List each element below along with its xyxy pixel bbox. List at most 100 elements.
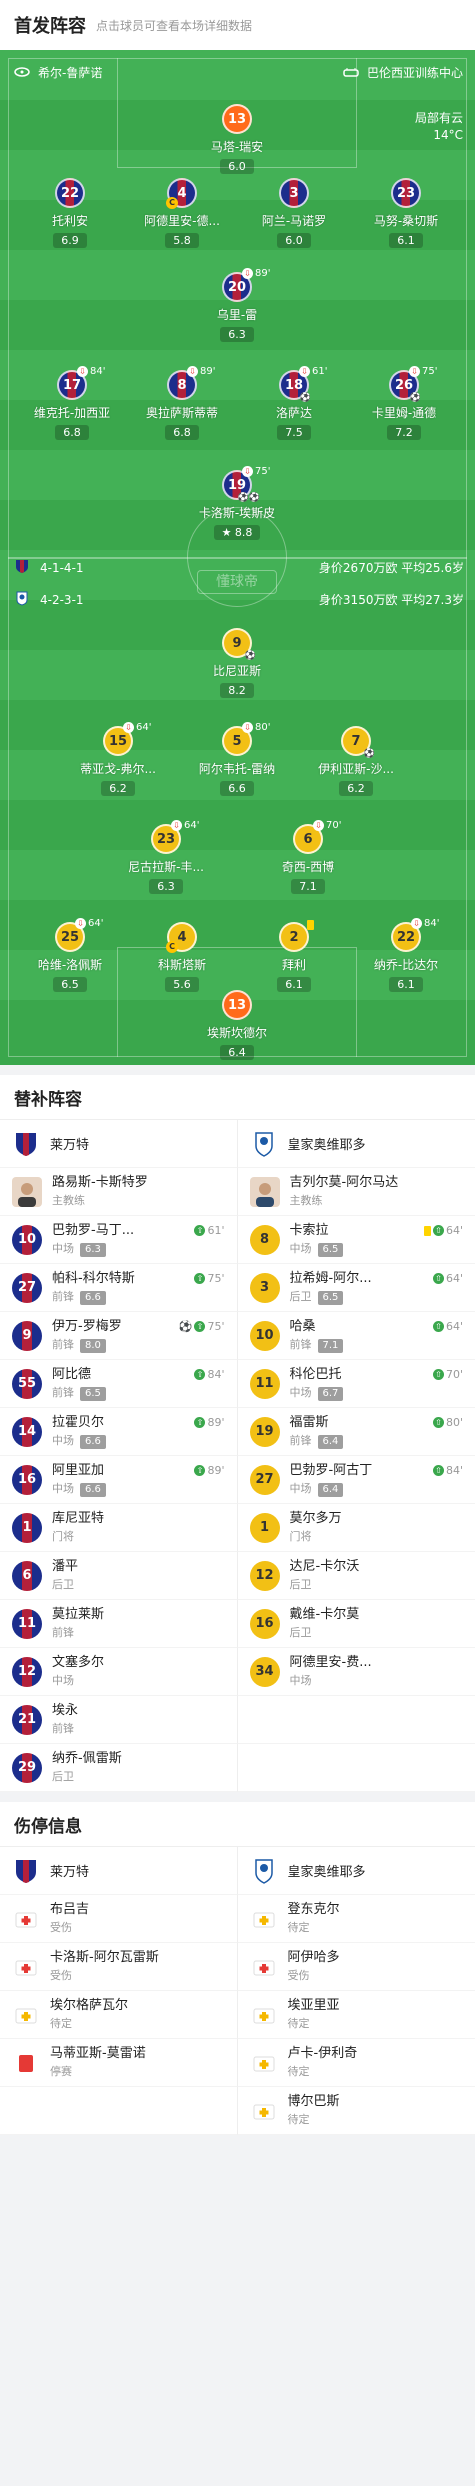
away-player-2[interactable]: 2 拜利 6.1 [239,920,349,992]
home-crest-icon [14,558,30,577]
injury-row[interactable]: 登东克尔 待定 [237,1895,475,1943]
sub-off-icon: ⇩ [123,722,134,733]
sub-player-row[interactable]: 1 莫尔多万 门将 [237,1504,475,1552]
weather-info: 局部有云 14°C [414,111,463,142]
home-team-row: 莱万特 [0,1847,238,1895]
home-player-4[interactable]: 4C 阿德里安-德... 5.8 [127,178,237,248]
sub-player-row[interactable]: 8 卡索拉 中场 6.5 ⇧ 64' [237,1216,475,1264]
sub-player-row[interactable]: 12 文塞多尔 中场 [0,1648,238,1696]
away-player-4[interactable]: 4C 科斯塔斯 5.6 [127,922,237,992]
away-player-23[interactable]: 23 ⇩ 64' 尼古拉斯-丰... 6.3 [111,820,221,894]
away-player-5[interactable]: 5 ⇩ 80' 阿尔韦托-雷纳 6.6 [182,722,292,796]
subs-title: 替补阵容 [0,1075,475,1119]
away-coach[interactable]: 吉列尔莫-阿尔马达 主教练 [237,1168,475,1216]
captain-icon: C [166,197,178,209]
doubt-kit-icon [250,2097,278,2125]
home-team-summary: 4-1-4-1 身价2670万欧 平均25.6岁 [14,558,464,577]
sub-player-row[interactable]: 21 埃永 前锋 [0,1696,238,1744]
sub-player-row[interactable]: 9 伊万-罗梅罗 前锋 8.0 ⚽ ⇧ 75' [0,1312,238,1360]
doubt-kit-icon [250,2049,278,2077]
sub-on-icon: ⇧ [194,1369,206,1380]
sub-player-row[interactable]: 11 莫拉莱斯 前锋 [0,1600,238,1648]
injury-kit-icon [12,1953,40,1981]
home-player-20[interactable]: 20 ⇩ 89' 乌里-雷 6.3 [182,268,292,342]
away-player-25[interactable]: 25 ⇩ 64' 哈维-洛佩斯 6.5 [15,918,125,992]
sub-player-row[interactable]: 19 福雷斯 前锋 6.4 ⇧ 80' [237,1408,475,1456]
sub-off-tag: ⇩ 61' [299,366,327,377]
doubt-kit-icon [250,2001,278,2029]
away-player-7[interactable]: 7 ⚽ 伊利亚斯-沙... 6.2 [301,726,411,796]
sub-on-icon: ⇧ [432,1465,444,1476]
pitch: 希尔-鲁萨诺 巴伦西亚训练中心 局部有云 14°C 13 马塔-瑞安 6.0 2… [0,50,475,1065]
sub-player-row[interactable]: 12 达尼-卡尔沃 后卫 [237,1552,475,1600]
coach-avatar [12,1176,42,1207]
whistle-icon [14,66,30,80]
stadium-icon [343,66,359,80]
home-player-3[interactable]: 3 阿兰-马诺罗 6.0 [239,178,349,248]
sub-off-tag: ⇩ 84' [411,918,439,929]
sub-off-icon: ⇩ [242,722,253,733]
away-player-9[interactable]: 9 ⚽ 比尼亚斯 8.2 [182,628,292,698]
injury-kit-icon [250,1953,278,1981]
home-player-22[interactable]: 22 托利安 6.9 [15,178,125,248]
injury-row[interactable]: 博尔巴斯 待定 [237,2087,475,2135]
home-coach[interactable]: 路易斯-卡斯特罗 主教练 [0,1168,238,1216]
home-player-13[interactable]: 13 马塔-瑞安 6.0 [182,104,292,174]
sub-on-icon: ⇧ [194,1225,206,1236]
sub-off-icon: ⇩ [75,918,86,929]
sub-off-icon: ⇩ [411,918,422,929]
goal-ball-icon: ⚽ [178,1320,193,1333]
injury-row[interactable]: 阿伊哈多 受伤 [237,1943,475,1991]
sub-player-row[interactable]: 10 哈桑 前锋 7.1 ⇧ 64' [237,1312,475,1360]
injury-row[interactable]: 布吕吉 受伤 [0,1895,238,1943]
best-player-rating: ★ 8.8 [213,525,261,540]
sub-player-row[interactable]: 34 阿德里安-费... 中场 [237,1648,475,1696]
injury-row[interactable]: 马蒂亚斯-莫雷诺 停赛 [0,2039,238,2087]
sub-off-icon: ⇩ [77,366,88,377]
sub-on-icon: ⇧ [194,1417,206,1428]
captain-icon: C [166,941,178,953]
sub-off-tag: ⇩ 89' [242,268,270,279]
away-player-15[interactable]: 15 ⇩ 64' 蒂亚戈-弗尔... 6.2 [63,722,173,796]
sub-off-tag: ⇩ 80' [242,722,270,733]
sub-player-row[interactable]: 3 拉希姆-阿尔... 后卫 6.5 ⇧ 64' [237,1264,475,1312]
home-player-17[interactable]: 17 ⇩ 84' 维克托-加西亚 6.8 [17,366,127,440]
goal-ball-icon: ⚽ [299,393,311,403]
home-team-row: 莱万特 [0,1120,238,1168]
injury-row[interactable]: 卡洛斯-阿尔瓦雷斯 受伤 [0,1943,238,1991]
injury-row[interactable]: 埃亚里亚 待定 [237,1991,475,2039]
sub-on-icon: ⇧ [432,1273,444,1284]
sub-player-row[interactable]: 16 阿里亚加 中场 6.6 ⇧ 89' [0,1456,238,1504]
home-player-26[interactable]: 26 ⚽ ⇩ 75' 卡里姆-通德 7.2 [349,366,459,440]
away-player-6[interactable]: 6 ⇩ 70' 奇西-西博 7.1 [253,820,363,894]
sub-player-row[interactable]: 27 帕科-科尔特斯 前锋 6.6 ⇧ 75' [0,1264,238,1312]
away-player-13[interactable]: 13 埃斯坎德尔 6.4 [182,990,292,1060]
injury-row[interactable]: 卢卡-伊利奇 待定 [237,2039,475,2087]
yellow-card-icon [423,1225,431,1236]
injury-row[interactable]: 埃尔格萨瓦尔 待定 [0,1991,238,2039]
sub-player-row[interactable]: 29 纳乔-佩雷斯 后卫 [0,1744,238,1792]
goal-ball-icon: ⚽ [244,651,256,661]
away-player-22[interactable]: 22 ⇩ 84' 纳乔-比达尔 6.1 [351,918,461,992]
home-player-18[interactable]: 18 ⚽ ⇩ 61' 洛萨达 7.5 [239,366,349,440]
sub-on-icon: ⇧ [194,1321,206,1332]
coach-avatar [249,1176,280,1207]
sub-off-tag: ⇩ 84' [77,366,105,377]
sub-player-row[interactable]: 11 科伦巴托 中场 6.7 ⇧ 70' [237,1360,475,1408]
sub-player-row[interactable]: 1 库尼亚特 门将 [0,1504,238,1552]
sub-off-icon: ⇩ [187,366,198,377]
home-player-19[interactable]: 19 ⚽⚽ ⇩ 75' 卡洛斯-埃斯皮 ★ 8.8 [182,466,292,540]
lineup-subtitle: 点击球员可查看本场详细数据 [96,18,253,33]
sub-player-row[interactable]: 27 巴勃罗-阿古丁 中场 6.4 ⇧ 84' [237,1456,475,1504]
sub-on-icon: ⇧ [194,1465,206,1476]
home-player-8[interactable]: 8 ⇩ 89' 奥拉萨斯蒂蒂 6.8 [127,366,237,440]
sub-on-icon: ⇧ [432,1369,444,1380]
sub-player-row[interactable]: 6 潘平 后卫 [0,1552,238,1600]
sub-player-row[interactable]: 14 拉霍贝尔 中场 6.6 ⇧ 89' [0,1408,238,1456]
home-player-23[interactable]: 23 马努-桑切斯 6.1 [351,178,461,248]
sub-player-row[interactable]: 16 戴维-卡尔莫 后卫 [237,1600,475,1648]
sub-player-row[interactable]: 55 阿比德 前锋 6.5 ⇧ 84' [0,1360,238,1408]
sub-on-icon: ⇧ [432,1321,444,1332]
sub-player-row[interactable]: 10 巴勃罗-马丁... 中场 6.3 ⇧ 61' [0,1216,238,1264]
red-card-icon [12,2049,40,2077]
